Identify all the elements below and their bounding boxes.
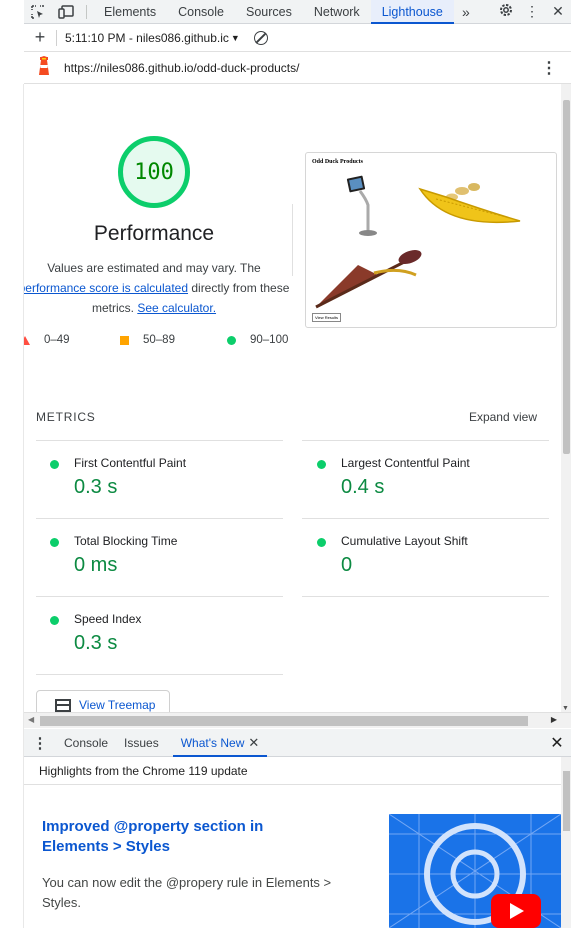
performance-score-link[interactable]: performance score is calculated bbox=[24, 281, 188, 295]
scroll-down-arrow-icon[interactable]: ▼ bbox=[562, 705, 569, 712]
pass-dot-icon bbox=[50, 538, 59, 547]
performance-title: Performance bbox=[93, 222, 215, 245]
article-description: You can now edit the @propery rule in El… bbox=[42, 875, 332, 910]
metrics-divider bbox=[36, 674, 283, 675]
drawer-tab-bar: ⋮ Console Issues What's New ✕ ✕ bbox=[24, 729, 571, 757]
tab-network[interactable]: Network bbox=[303, 0, 371, 24]
metric-name: Largest Contentful Paint bbox=[341, 456, 470, 470]
treemap-icon bbox=[55, 698, 71, 712]
metric-name: Cumulative Layout Shift bbox=[341, 534, 468, 548]
banana-slicer-image bbox=[418, 183, 521, 224]
performance-description: Values are estimated and may vary. The p… bbox=[24, 258, 294, 318]
pass-dot-icon bbox=[317, 460, 326, 469]
metric-value: 0.4 s bbox=[341, 476, 385, 498]
close-drawer-icon[interactable]: ✕ bbox=[547, 733, 567, 753]
metrics-divider bbox=[302, 596, 549, 597]
legend-pass: 90–100 bbox=[227, 334, 288, 346]
tab-separator bbox=[86, 4, 87, 19]
score-divider bbox=[292, 204, 293, 276]
metrics-divider bbox=[36, 518, 283, 519]
legend-fail-range: 0–49 bbox=[44, 334, 70, 346]
drawer-tab-console[interactable]: Console bbox=[56, 729, 116, 757]
tab-console[interactable]: Console bbox=[167, 0, 235, 24]
toolbar-separator bbox=[56, 29, 57, 46]
screenshot-page-title: Odd Duck Products bbox=[312, 159, 363, 165]
pass-dot-icon bbox=[50, 460, 59, 469]
close-tab-icon[interactable]: ✕ bbox=[248, 735, 259, 750]
scrollbar-thumb[interactable] bbox=[563, 771, 570, 831]
drawer-menu-icon[interactable]: ⋮ bbox=[24, 734, 56, 752]
scroll-right-arrow-icon[interactable]: ▶ bbox=[551, 715, 557, 724]
lighthouse-toolbar: + 5:11:10 PM - niles086.github.ic ▼ bbox=[24, 24, 571, 52]
article-title-link[interactable]: Improved @property section in Elements >… bbox=[42, 817, 312, 857]
tab-sources[interactable]: Sources bbox=[235, 0, 303, 24]
metric-value: 0 ms bbox=[74, 554, 118, 576]
legend-pass-range: 90–100 bbox=[250, 334, 289, 346]
metrics-divider bbox=[36, 440, 283, 441]
drawer-tab-issues[interactable]: Issues bbox=[116, 729, 167, 757]
perf-desc-prefix: Values are estimated and may vary. The bbox=[47, 261, 261, 275]
caret-down-icon: ▼ bbox=[230, 32, 240, 43]
metrics-divider bbox=[36, 596, 283, 597]
clear-all-icon[interactable] bbox=[253, 30, 268, 45]
legend-average-range: 50–89 bbox=[143, 334, 175, 346]
chrome-update-image[interactable] bbox=[389, 814, 561, 928]
fail-triangle-icon bbox=[24, 335, 30, 345]
customize-kebab-icon[interactable]: ⋮ bbox=[519, 3, 545, 20]
final-screenshot[interactable]: Odd Duck Products View Results bbox=[305, 152, 557, 328]
pass-dot-icon bbox=[317, 538, 326, 547]
report-menu-icon[interactable]: ⋮ bbox=[541, 58, 557, 78]
metric-value: 0 bbox=[341, 554, 353, 576]
whats-new-panel: Improved @property section in Elements >… bbox=[24, 785, 561, 928]
left-gutter bbox=[0, 84, 24, 928]
metrics-header: METRICS bbox=[36, 410, 96, 424]
settings-gear-icon[interactable] bbox=[493, 3, 519, 20]
whats-new-scrollbar[interactable] bbox=[561, 757, 571, 928]
more-tabs-icon[interactable]: » bbox=[454, 4, 478, 20]
average-square-icon bbox=[120, 335, 129, 345]
drawer-tab-whats-new-label: What's New bbox=[180, 735, 245, 750]
report-url[interactable]: https://niles086.github.io/odd-duck-prod… bbox=[64, 61, 299, 75]
whats-new-header: Highlights from the Chrome 119 update bbox=[24, 757, 571, 785]
metrics-divider bbox=[302, 518, 549, 519]
chrome-blueprint-icon bbox=[389, 814, 561, 928]
report-select[interactable]: 5:11:10 PM - niles086.github.ic ▼ bbox=[65, 31, 240, 45]
scrollbar-thumb[interactable] bbox=[40, 716, 528, 726]
expand-view-toggle[interactable]: Expand view bbox=[469, 410, 537, 424]
scrollbar-thumb[interactable] bbox=[563, 100, 570, 454]
metric-name: First Contentful Paint bbox=[74, 456, 187, 470]
report-vertical-scrollbar[interactable]: ▼ bbox=[561, 84, 571, 712]
legend-fail: 0–49 bbox=[24, 334, 70, 346]
pass-dot-icon bbox=[50, 616, 59, 625]
see-calculator-link[interactable]: See calculator. bbox=[137, 301, 216, 315]
screenshot-view-results-button: View Results bbox=[312, 313, 342, 322]
close-devtools-icon[interactable]: ✕ bbox=[545, 3, 571, 20]
pass-circle-icon bbox=[227, 335, 236, 345]
legend-average: 50–89 bbox=[120, 334, 175, 346]
device-toolbar-icon[interactable] bbox=[52, 0, 80, 24]
view-treemap-label: View Treemap bbox=[79, 698, 156, 712]
metrics-divider bbox=[302, 440, 549, 441]
report-horizontal-scrollbar[interactable]: ◀ ▶ bbox=[24, 712, 571, 728]
inspect-element-icon[interactable] bbox=[24, 0, 52, 24]
view-treemap-button[interactable]: View Treemap bbox=[36, 690, 170, 712]
performance-score: 100 bbox=[134, 159, 174, 185]
report-url-bar: https://niles086.github.io/odd-duck-prod… bbox=[24, 52, 571, 84]
tab-lighthouse[interactable]: Lighthouse bbox=[370, 0, 454, 24]
lighthouse-logo-icon bbox=[36, 56, 52, 79]
metric-name: Speed Index bbox=[74, 612, 142, 626]
ipad-stand-image bbox=[346, 175, 377, 236]
metric-name: Total Blocking Time bbox=[74, 534, 178, 548]
devtools-tab-bar: Elements Console Sources Network Lightho… bbox=[24, 0, 571, 24]
metric-value: 0.3 s bbox=[74, 632, 118, 654]
metric-value: 0.3 s bbox=[74, 476, 118, 498]
scroll-left-arrow-icon[interactable]: ◀ bbox=[28, 715, 34, 724]
lighthouse-report: 100 Performance Values are estimated and… bbox=[24, 84, 561, 712]
report-select-label: 5:11:10 PM - niles086.github.ic bbox=[65, 30, 229, 45]
drawer-tab-whats-new[interactable]: What's New ✕ bbox=[172, 729, 268, 757]
new-report-plus-icon[interactable]: + bbox=[24, 27, 56, 48]
performance-score-gauge: 100 bbox=[118, 136, 190, 208]
pizza-scissors-image bbox=[315, 250, 422, 309]
tab-elements[interactable]: Elements bbox=[93, 0, 167, 24]
